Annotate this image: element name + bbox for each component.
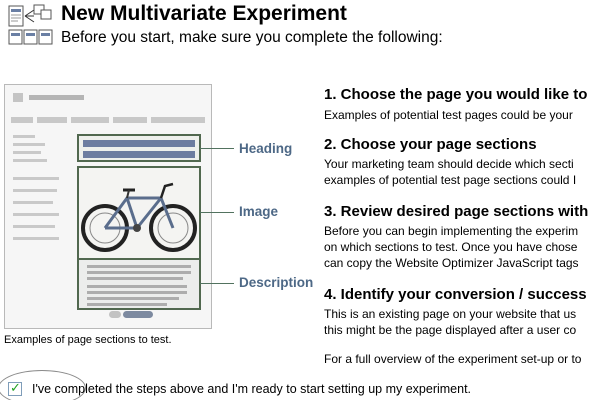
page-title: New Multivariate Experiment [61, 2, 347, 25]
description-line [87, 271, 191, 274]
step-4-title: 4. Identify your conversion / success [324, 286, 587, 303]
heading-callout-line [200, 148, 234, 149]
step-3-text: on which sections to test. Once you have… [324, 240, 578, 254]
description-line [87, 277, 183, 280]
mock-nav-tab [11, 117, 33, 123]
heading-bar [83, 140, 195, 147]
image-callout-label: Image [239, 204, 279, 219]
description-line [87, 303, 167, 306]
image-section-box [77, 166, 201, 262]
steps-list: 1. Choose the page you would like to Exa… [324, 86, 600, 374]
confirm-label[interactable]: I've completed the steps above and I'm r… [32, 382, 471, 396]
step-3-title: 3. Review desired page sections with [324, 203, 589, 220]
mock-nav-tab [37, 117, 67, 123]
step-1-title: 1. Choose the page you would like to [324, 86, 588, 103]
mock-sidebar-line [13, 213, 59, 216]
mock-button [123, 311, 153, 318]
step-3-text: Before you can begin implementing the ex… [324, 224, 579, 238]
mock-sidebar-line [13, 135, 35, 138]
mock-sidebar-line [13, 237, 59, 240]
description-line [87, 285, 187, 288]
mock-nav-tab [113, 117, 147, 123]
confirm-row: ✓ I've completed the steps above and I'm… [4, 380, 564, 398]
mock-logo [13, 93, 23, 102]
mock-site-title [29, 95, 84, 100]
description-callout-line [200, 283, 234, 284]
description-line [87, 297, 179, 300]
experiment-pages-icon [8, 4, 54, 46]
heading-bar [83, 151, 195, 158]
heading-section-box [77, 134, 201, 162]
illustration-caption: Examples of page sections to test. [4, 334, 172, 346]
mock-sidebar-line [13, 225, 55, 228]
description-callout-label: Description [239, 275, 314, 290]
mock-sidebar-line [13, 151, 41, 154]
mock-sidebar-line [13, 201, 53, 204]
mock-sidebar-line [13, 159, 47, 162]
mock-nav-tab [151, 117, 205, 123]
step-2-title: 2. Choose your page sections [324, 136, 537, 153]
step-4-text: For a full overview of the experiment se… [324, 352, 582, 366]
mock-button [109, 311, 121, 318]
bicycle-image [81, 182, 197, 252]
step-2-text: Your marketing team should decide which … [324, 157, 574, 171]
page-subtitle: Before you start, make sure you complete… [61, 29, 443, 46]
step-4-text: this might be the page displayed after a… [324, 323, 577, 337]
checkmark-icon: ✓ [10, 380, 21, 395]
step-2-text: examples of potential test page sections… [324, 173, 577, 187]
step-1-text: Examples of potential test pages could b… [324, 108, 573, 122]
image-callout-line [200, 212, 234, 213]
mock-sidebar-line [13, 143, 45, 146]
description-section-box [77, 258, 201, 310]
heading-callout-label: Heading [239, 141, 293, 156]
description-line [87, 291, 187, 294]
step-3-text: can copy the Website Optimizer JavaScrip… [324, 256, 579, 270]
mock-sidebar-line [13, 189, 57, 192]
step-4-text: This is an existing page on your website… [324, 307, 577, 321]
mock-sidebar-line [13, 177, 59, 180]
page-sections-illustration [4, 84, 212, 329]
description-line [87, 265, 191, 268]
mock-nav-tab [71, 117, 109, 123]
confirm-checkbox[interactable]: ✓ [8, 380, 22, 396]
